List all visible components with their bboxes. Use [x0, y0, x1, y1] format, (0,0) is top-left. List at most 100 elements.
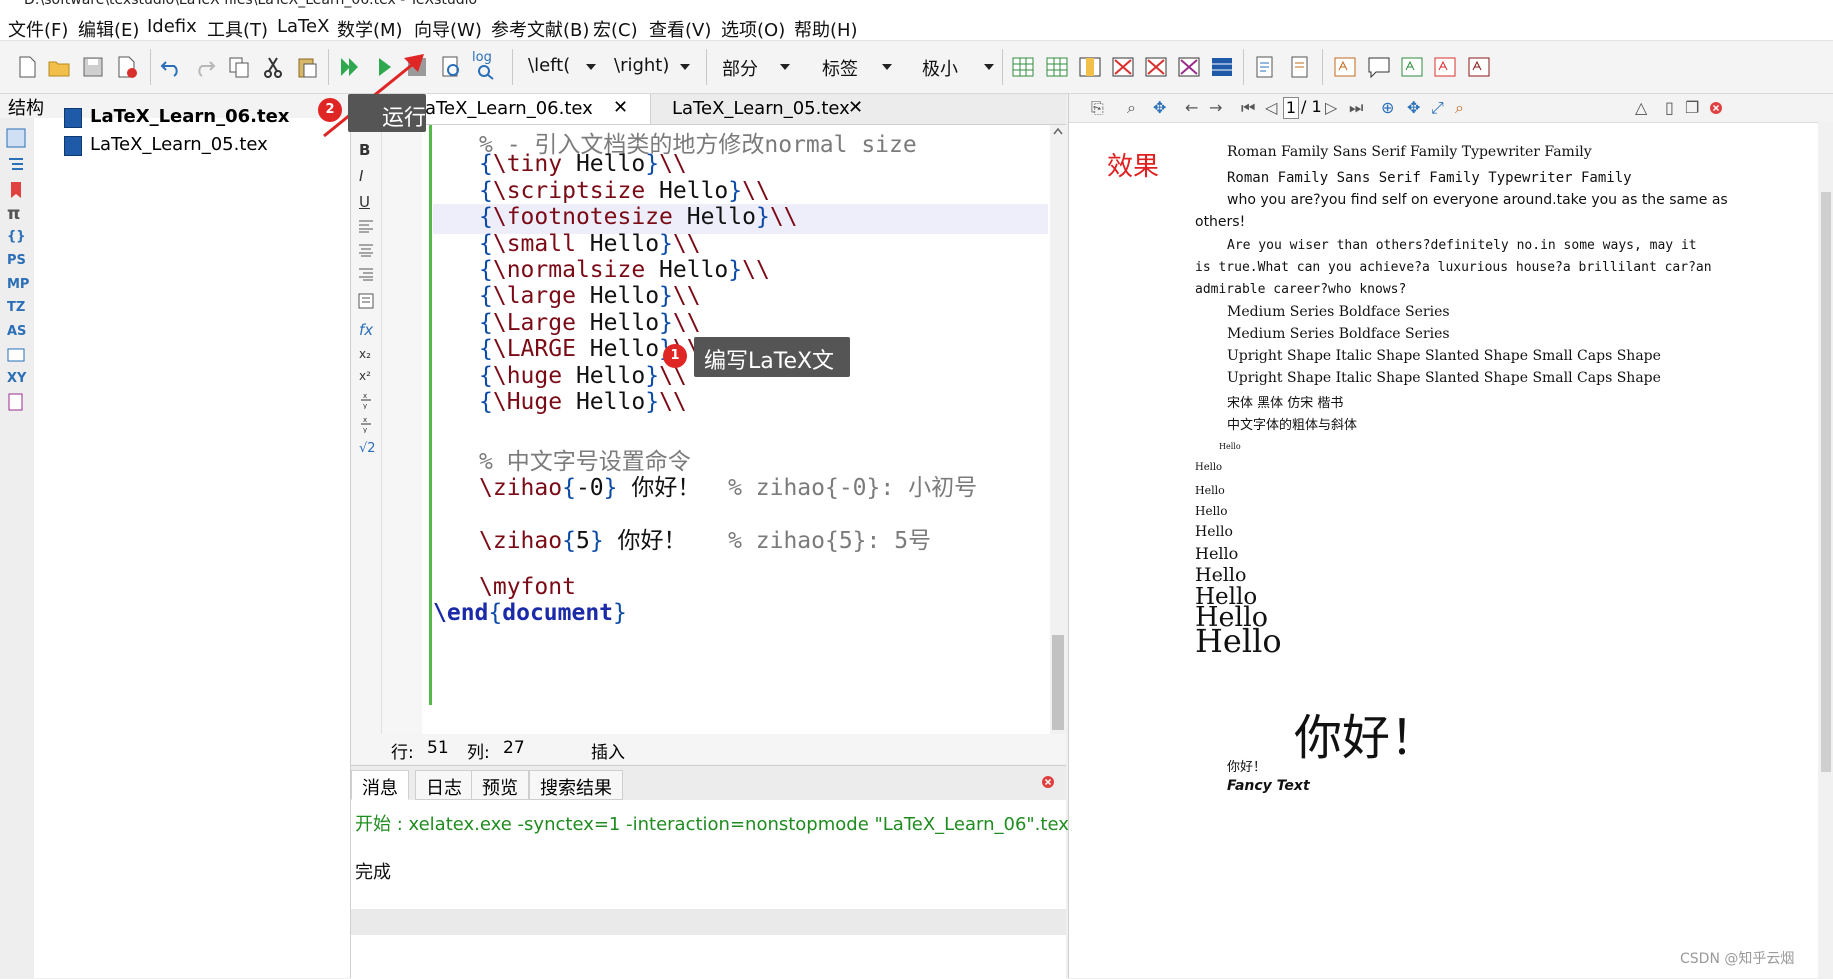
table-icon[interactable] — [1010, 54, 1036, 80]
brackets-icon[interactable]: {} — [7, 229, 26, 244]
new-line-icon[interactable] — [358, 293, 374, 309]
underline-button[interactable]: U — [359, 193, 370, 211]
structure-file-06[interactable]: LaTeX_Learn_06.tex — [90, 106, 289, 127]
copy-icon[interactable] — [226, 54, 252, 80]
pdf-scrollbar[interactable] — [1818, 122, 1833, 978]
editor-scrollbar[interactable] — [1050, 125, 1066, 745]
new-file-icon[interactable] — [14, 54, 40, 80]
next-page-icon[interactable]: ▷ — [1325, 98, 1337, 117]
template-icon[interactable] — [6, 392, 26, 412]
cut-column-icon[interactable] — [1176, 54, 1202, 80]
align-left-icon[interactable] — [358, 219, 374, 233]
insert-text-icon[interactable] — [1332, 54, 1358, 80]
close-tab-icon[interactable]: ✕ — [848, 97, 863, 118]
save-icon[interactable] — [80, 54, 106, 80]
xymatrix-icon[interactable]: XY — [7, 371, 26, 386]
menu-idefix[interactable]: Idefix — [147, 16, 197, 37]
section-combo[interactable]: 部分 — [722, 55, 790, 80]
undo-icon[interactable] — [158, 54, 184, 80]
scrollbar-thumb[interactable] — [1821, 192, 1831, 772]
menu-view[interactable]: 查看(V) — [649, 16, 711, 42]
menu-options[interactable]: 选项(O) — [721, 16, 785, 42]
structure-file-05[interactable]: LaTeX_Learn_05.tex — [90, 134, 268, 155]
bookmark-icon[interactable] — [6, 180, 26, 200]
remove-column-icon[interactable] — [1143, 54, 1169, 80]
menu-help[interactable]: 帮助(H) — [794, 16, 858, 42]
dfrac-icon[interactable]: xy — [360, 415, 372, 433]
graphics-icon[interactable] — [6, 346, 26, 366]
align-center-icon[interactable] — [358, 243, 374, 257]
close-tab-icon[interactable]: ✕ — [613, 97, 628, 118]
structure-tree-icon[interactable] — [6, 128, 26, 148]
tikz-icon[interactable]: TZ — [7, 300, 25, 315]
search-icon[interactable]: ⌕ — [1127, 98, 1136, 118]
scroll-up-icon[interactable]: △ — [1635, 98, 1647, 117]
superscript-button[interactable]: x² — [359, 369, 371, 383]
metapost-icon[interactable]: MP — [7, 277, 29, 292]
menu-macros[interactable]: 宏(C) — [593, 16, 638, 42]
align-columns-icon[interactable] — [1209, 54, 1235, 80]
toc-icon[interactable] — [6, 154, 26, 174]
code-area[interactable]: % - 引入文档类的地方修改normal size {\tiny Hello}\\… — [433, 125, 1048, 745]
add-column-icon[interactable] — [1077, 54, 1103, 80]
fit-width-icon[interactable]: ⤢ — [1431, 98, 1444, 118]
forward-arrow-icon[interactable]: → — [1209, 98, 1222, 117]
symbols-icon[interactable]: π — [7, 204, 20, 224]
scroll-up-icon[interactable] — [1053, 127, 1063, 135]
fit-icon[interactable]: ✥ — [1407, 98, 1420, 117]
spell-check-icon[interactable] — [1252, 54, 1278, 80]
menu-edit[interactable]: 编辑(E) — [78, 16, 139, 42]
page-number-input[interactable]: 1 — [1283, 97, 1299, 119]
previous-page-icon[interactable]: ◁ — [1265, 98, 1277, 117]
left-delimiter-combo[interactable]: \left( — [528, 55, 596, 79]
dock-icon[interactable]: ▯ — [1665, 98, 1674, 117]
asymptote-icon[interactable]: AS — [7, 324, 26, 339]
menu-bibliography[interactable]: 参考文献(B) — [491, 16, 589, 42]
fraction-icon[interactable]: xy — [360, 391, 372, 409]
first-page-icon[interactable]: ⏮ — [1241, 98, 1255, 118]
pstricks-icon[interactable]: PS — [7, 253, 26, 268]
menu-tools[interactable]: 工具(T) — [207, 16, 268, 42]
window-icon[interactable]: ❐ — [1685, 98, 1699, 117]
document-check-icon[interactable] — [1287, 54, 1313, 80]
menu-math[interactable]: 数学(M) — [337, 16, 403, 42]
subscript-button[interactable]: x₂ — [359, 347, 371, 361]
last-page-icon[interactable]: ⏭ — [1349, 98, 1363, 118]
menu-wizard[interactable]: 向导(W) — [414, 16, 482, 42]
view-pdf-icon[interactable] — [438, 54, 464, 80]
tab-search-results[interactable]: 搜索结果 — [529, 770, 623, 800]
view-log-icon[interactable]: log — [472, 50, 498, 80]
remove-row-icon[interactable] — [1110, 54, 1136, 80]
redo-icon[interactable] — [192, 54, 218, 80]
menu-latex[interactable]: LaTeX — [277, 16, 329, 37]
magnifier-icon[interactable]: ⌕ — [1455, 98, 1464, 118]
close-panel-icon[interactable] — [1041, 775, 1055, 789]
code-line[interactable]: \end{document} — [433, 600, 1048, 630]
tab-log[interactable]: 日志 — [415, 770, 473, 800]
tab-preview[interactable]: 预览 — [471, 770, 529, 800]
font-size-combo[interactable]: 极小 — [922, 55, 994, 80]
tab-latex-learn-05[interactable]: LaTeX_Learn_05.tex ✕ — [652, 94, 882, 124]
paste-icon[interactable] — [294, 54, 320, 80]
label-combo[interactable]: 标签 — [822, 55, 892, 80]
add-row-icon[interactable] — [1044, 54, 1070, 80]
bold-button[interactable]: B — [359, 141, 370, 159]
cut-icon[interactable] — [260, 54, 286, 80]
menu-file[interactable]: 文件(F) — [8, 16, 68, 42]
sqrt-button[interactable]: √2 — [359, 441, 376, 456]
open-folder-icon[interactable] — [46, 54, 72, 80]
insert-red-text-icon[interactable] — [1432, 54, 1458, 80]
math-function-button[interactable]: fx — [359, 321, 373, 339]
scrollbar-thumb[interactable] — [1052, 635, 1064, 730]
insert-dark-text-icon[interactable] — [1466, 54, 1492, 80]
close-panel-icon[interactable] — [1709, 101, 1723, 115]
insert-green-text-icon[interactable] — [1399, 54, 1425, 80]
comment-icon[interactable] — [1366, 54, 1392, 80]
right-delimiter-combo[interactable]: \right) — [614, 55, 690, 79]
back-arrow-icon[interactable]: ← — [1185, 98, 1198, 117]
italic-button[interactable]: I — [359, 167, 363, 185]
close-file-icon[interactable] — [114, 54, 140, 80]
align-right-icon[interactable] — [358, 267, 374, 281]
sync-icon[interactable]: ⎘ — [1091, 98, 1104, 118]
zoom-in-icon[interactable]: ⊕ — [1381, 98, 1394, 117]
